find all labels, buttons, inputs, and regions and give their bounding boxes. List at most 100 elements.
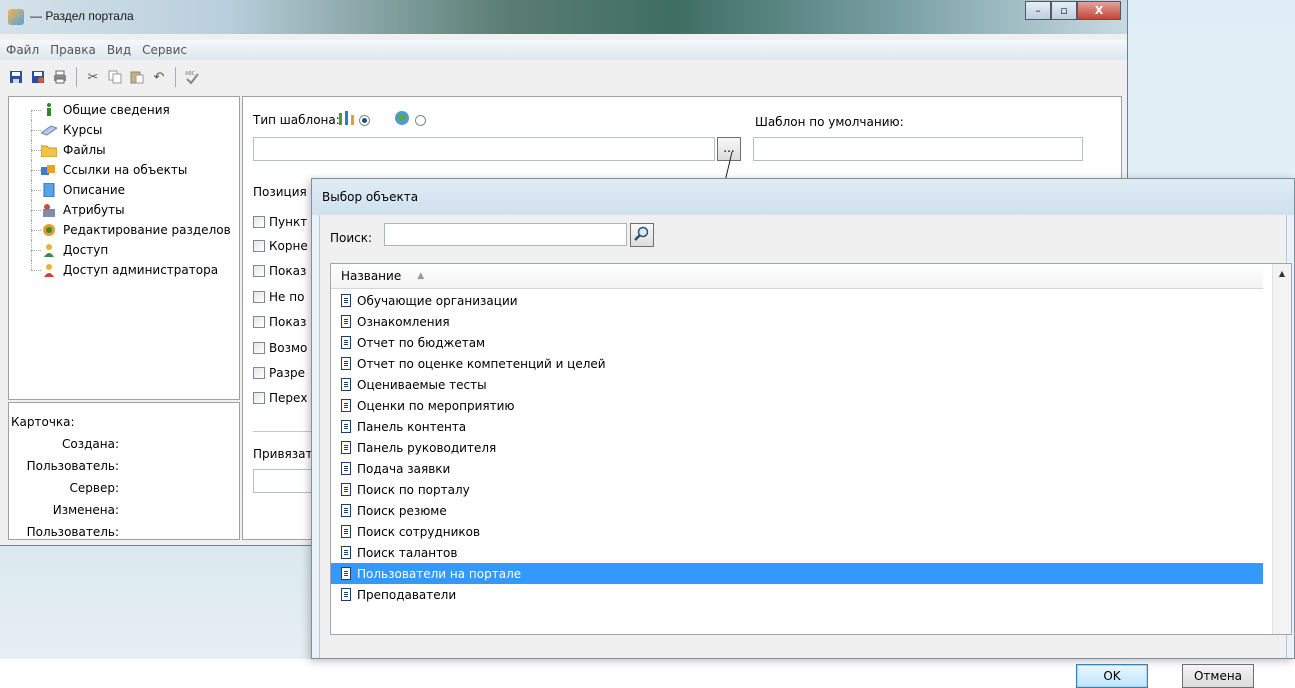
sidebar-item-access[interactable]: Доступ [9,240,239,260]
list-item[interactable]: Оценки по мероприятию [331,395,1263,416]
list-item[interactable]: Поиск по порталу [331,479,1263,500]
edit-sections-icon [41,222,57,238]
checkbox[interactable] [253,291,265,303]
access-icon [41,242,57,258]
list-item[interactable]: Обучающие организации [331,290,1263,311]
spellcheck-icon[interactable]: ABC [184,69,200,85]
checkbox[interactable] [253,265,265,277]
checkbox-label: Показ [269,315,307,329]
close-button[interactable]: X [1077,1,1121,20]
default-template-input[interactable] [753,137,1083,161]
menu-edit[interactable]: Правка [44,43,101,57]
list-item[interactable]: Панель контента [331,416,1263,437]
document-icon [341,420,351,433]
list-item[interactable]: Панель руководителя [331,437,1263,458]
dialog-body: Поиск: Название ▲ Обучающие организации О… [319,215,1292,688]
title-bar[interactable]: — Раздел портала – ▫ X [0,0,1127,34]
checkbox-row[interactable]: Корне [253,237,308,255]
sort-ascending-icon: ▲ [417,271,425,281]
bind-input[interactable] [253,469,313,493]
menu-file[interactable]: Файл [0,43,44,57]
sidebar-item-label: Курсы [63,123,103,137]
card-created-user-label: Пользователь: [26,459,119,473]
copy-icon[interactable] [107,69,123,85]
list-item[interactable]: Преподаватели [331,584,1263,605]
checkbox-row[interactable]: Перех [253,389,308,407]
list-item[interactable]: Оцениваемые тесты [331,374,1263,395]
sidebar-item-label: Ссылки на объекты [63,163,188,177]
list-item[interactable]: Отчет по оценке компетенций и целей [331,353,1263,374]
document-icon [341,441,351,454]
list-item[interactable]: Поиск резюме [331,500,1263,521]
sidebar-item-courses[interactable]: Курсы [9,120,239,140]
maximize-button[interactable]: ▫ [1051,1,1077,20]
template-input[interactable] [253,137,715,161]
checkbox-row[interactable]: Возмо [253,339,307,357]
document-icon [341,546,351,559]
list-item-label: Оценки по мероприятию [357,398,515,413]
sidebar-item-label: Описание [63,183,126,197]
sidebar-item-label: Доступ администратора [63,263,219,277]
dialog-title-bar[interactable]: Выбор объекта [312,179,1294,215]
checkbox[interactable] [253,240,265,252]
list-item-label: Панель руководителя [357,440,497,455]
checkbox-row[interactable]: Показ [253,262,306,280]
checkbox-label: Не по [269,290,305,304]
list-item-label: Поиск сотрудников [357,524,481,539]
list-item[interactable]: Отчет по бюджетам [331,332,1263,353]
undo-icon[interactable]: ↶ [151,69,167,85]
checkbox[interactable] [253,342,265,354]
list-item-label: Панель контента [357,419,467,434]
checkbox-row[interactable]: Разре [253,364,305,382]
default-template-label: Шаблон по умолчанию: [755,115,904,129]
template-type-radio-local[interactable] [359,115,370,126]
sidebar-item-files[interactable]: Файлы [9,140,239,160]
sidebar-item-edit-sections[interactable]: Редактирование разделов [9,220,239,240]
document-icon [341,504,351,517]
search-input[interactable] [384,223,627,246]
menu-service[interactable]: Сервис [136,43,192,57]
checkbox[interactable] [253,367,265,379]
template-type-radio-global[interactable] [415,115,426,126]
checkbox-row[interactable]: Показ [253,313,306,331]
sidebar-item-attributes[interactable]: Атрибуты [9,200,239,220]
ok-button[interactable]: OK [1076,664,1148,688]
minimize-button[interactable]: – [1025,1,1051,20]
sidebar-item-admin-access[interactable]: Доступ администратора [9,260,239,280]
list-item[interactable]: Пользователи на портале [331,563,1263,584]
checkbox[interactable] [253,216,265,228]
search-button[interactable] [630,223,654,247]
list-item-label: Отчет по оценке компетенций и целей [357,356,606,371]
checkbox[interactable] [253,316,265,328]
list-item[interactable]: Ознакомления [331,311,1263,332]
card-server-label: Сервер: [69,481,120,495]
sidebar-item-links[interactable]: Ссылки на объекты [9,160,239,180]
list-item[interactable]: Поиск талантов [331,542,1263,563]
column-header-name[interactable]: Название ▲ [331,264,1263,289]
sidebar-item-general[interactable]: Общие сведения [9,100,239,120]
checkbox-row[interactable]: Не по [253,288,304,306]
toolbar-separator [76,67,77,87]
save-as-icon[interactable] [30,69,46,85]
checkbox-row[interactable]: Пункт [253,213,307,231]
print-icon[interactable] [52,69,68,85]
list-item-label: Оцениваемые тесты [357,377,487,392]
list-item[interactable]: Поиск сотрудников [331,521,1263,542]
vertical-scrollbar[interactable]: ▲ [1272,264,1291,634]
cancel-button[interactable]: Отмена [1182,664,1254,688]
menu-view[interactable]: Вид [101,43,136,57]
document-icon [341,336,351,349]
save-icon[interactable] [8,69,24,85]
card-modified-label: Изменена: [52,503,119,517]
scroll-up-icon[interactable]: ▲ [1273,264,1291,282]
desktop-background-bottom [0,546,320,659]
checkbox[interactable] [253,392,265,404]
paste-icon[interactable] [129,69,145,85]
description-icon [41,182,57,198]
document-icon [341,378,351,391]
list-item[interactable]: Подача заявки [331,458,1263,479]
search-label: Поиск: [330,231,373,245]
sidebar-tree: Общие сведения Курсы Файлы Ссылки на объ… [8,96,240,400]
cut-icon[interactable]: ✂ [85,69,101,85]
sidebar-item-description[interactable]: Описание [9,180,239,200]
